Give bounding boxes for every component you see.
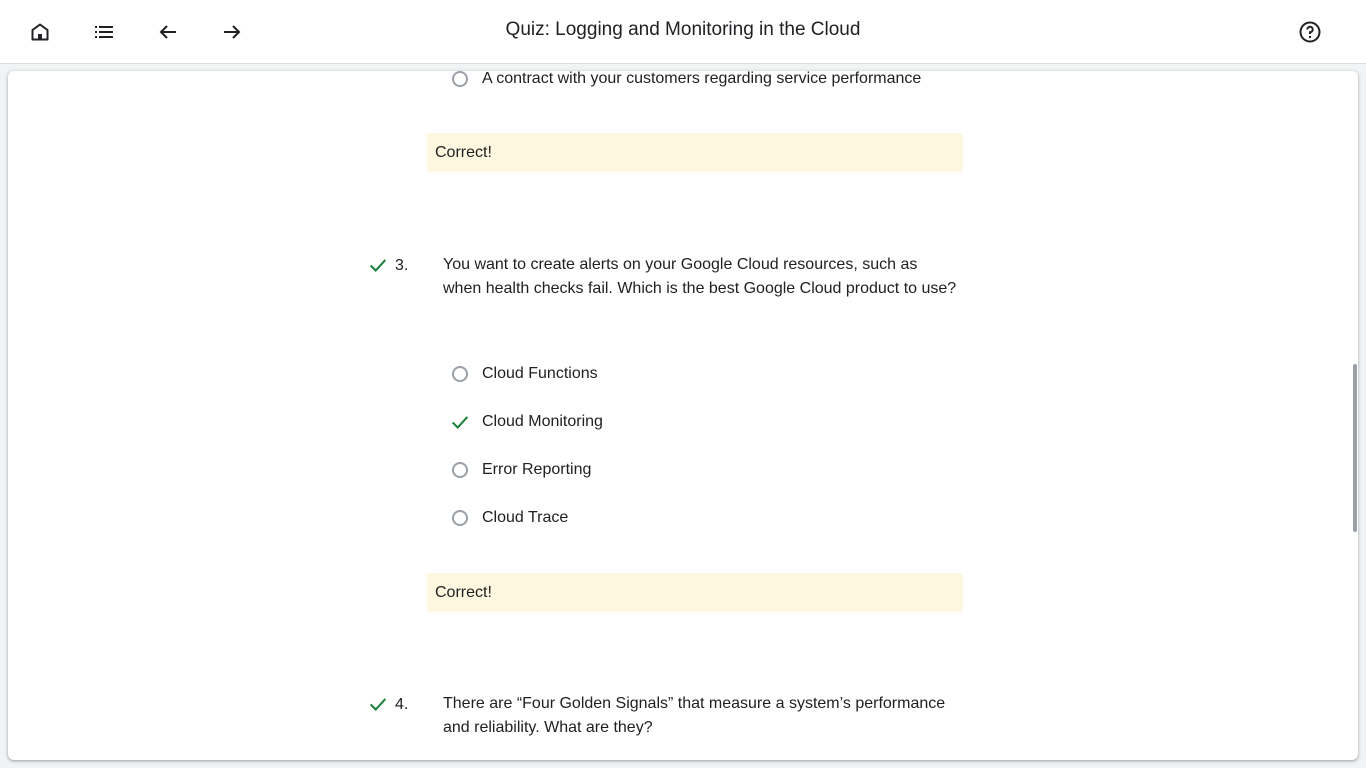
help-icon [1299,21,1321,43]
outline-button[interactable] [84,12,124,52]
question-text: There are “Four Golden Signals” that mea… [443,695,946,736]
q3-option-4[interactable]: Cloud Trace [449,506,568,530]
home-icon [31,23,49,41]
quiz-content-card: A contract with your customers regarding… [8,71,1358,760]
question-text: You want to create alerts on your Google… [443,256,957,297]
option-label: Cloud Monitoring [482,413,603,430]
option-label: Cloud Functions [482,365,598,382]
scrollbar-thumb[interactable] [1353,364,1357,532]
next-button[interactable] [212,12,252,52]
option-label: Error Reporting [482,461,592,478]
help-button[interactable] [1290,12,1330,52]
q3-feedback: Correct! [427,573,963,612]
page-title: Quiz: Logging and Monitoring in the Clou… [505,19,861,40]
question-number: 4. [395,696,409,713]
home-button[interactable] [20,12,60,52]
q3-option-1[interactable]: Cloud Functions [449,362,598,386]
top-bar: Quiz: Logging and Monitoring in the Clou… [0,0,1366,64]
radio-button[interactable] [452,462,468,478]
arrow-back-icon [159,25,176,39]
q3-option-2[interactable]: Cloud Monitoring [449,410,603,434]
radio-button[interactable] [452,71,468,87]
radio-button[interactable] [452,510,468,526]
q2-option-4[interactable]: A contract with your customers regarding… [449,71,921,91]
correct-check-icon [451,416,469,429]
option-label: Cloud Trace [482,509,569,526]
correct-check-icon [369,259,387,272]
q3-option-3[interactable]: Error Reporting [449,458,591,482]
arrow-forward-icon [224,25,241,39]
correct-check-icon [369,698,387,711]
list-icon [95,26,113,38]
question-number: 3. [395,257,409,274]
q2-feedback: Correct! [427,133,963,172]
option-label: A contract with your customers regarding… [482,71,922,87]
radio-button[interactable] [452,366,468,382]
previous-button[interactable] [148,12,188,52]
